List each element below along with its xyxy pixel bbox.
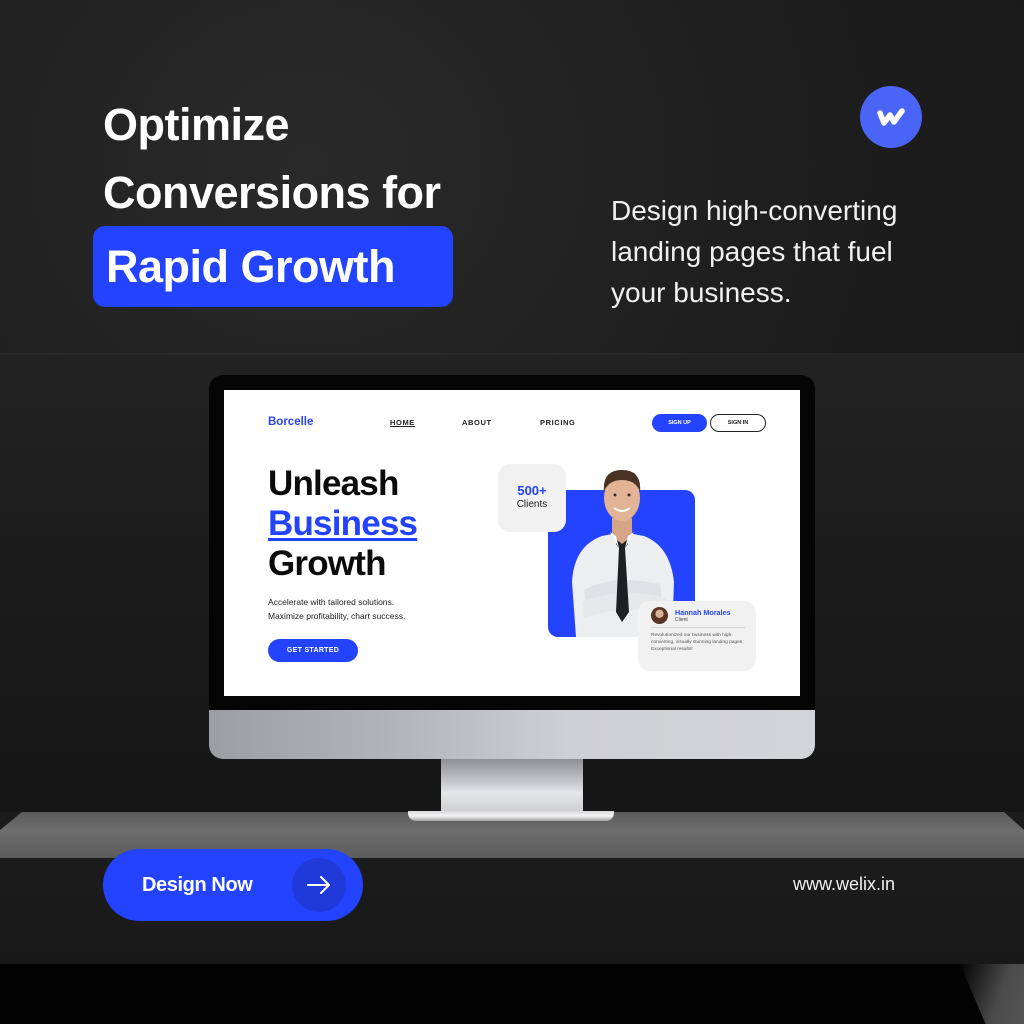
mockup-nav-about[interactable]: ABOUT [462,418,492,427]
monitor-screen: Borcelle HOME ABOUT PRICING SIGN UP SIGN… [224,390,800,696]
mockup-signin-button[interactable]: SIGN IN [710,414,766,432]
headline-highlight: Rapid Growth [93,226,453,307]
mockup-hero-visual: 500+ Clients Hannah Morales Client Revol… [496,462,756,674]
monitor-stand [441,759,583,811]
mockup-hero-title: Unleash Business Growth [268,464,418,584]
headline-line-1: Optimize [103,99,290,150]
monitor-foot [408,811,614,821]
floor [0,964,1024,1024]
subheadline: Design high-converting landing pages tha… [611,195,898,308]
testimonial-text: Revolutionized our business with high-co… [651,633,744,652]
clients-stat-value: 500+ [517,483,547,498]
mockup-signup-button[interactable]: SIGN UP [652,414,707,432]
design-now-button[interactable]: Design Now [103,849,363,921]
testimonial-avatar [651,607,668,624]
headline: Optimize Conversions for [103,88,441,232]
monitor-chin [209,710,815,759]
hero-desc-line-2: Maximize profitability, chart success. [268,610,406,621]
hero-title-line-2: Business [268,504,418,543]
mockup-hero-description: Accelerate with tailored solutions. Maxi… [268,596,405,623]
mockup-brand[interactable]: Borcelle [268,416,313,428]
hero-title-line-1: Unleash [268,464,399,503]
design-now-label: Design Now [142,874,253,896]
arrow-right-icon [307,876,330,894]
mockup-get-started-button[interactable]: GET STARTED [268,639,358,662]
clients-stat-label: Clients [516,499,548,510]
website-url[interactable]: www.welix.in [793,872,895,896]
testimonial-name: Hannah Morales [675,608,731,617]
testimonial-divider [651,627,745,628]
mockup-nav-pricing[interactable]: PRICING [540,418,575,427]
cta-arrow-circle [292,858,346,912]
hero-title-line-3: Growth [268,544,386,583]
headline-line-2: Conversions for [103,167,441,218]
brand-logo [860,86,922,148]
hero-desc-line-1: Accelerate with tailored solutions. [268,597,395,607]
testimonial-card: Hannah Morales Client Revolutionized our… [638,601,756,671]
w-logo-icon [877,108,905,126]
testimonial-role: Client [675,617,688,623]
mockup-nav-home[interactable]: HOME [390,418,415,427]
clients-stat-card: 500+ Clients [498,464,566,532]
